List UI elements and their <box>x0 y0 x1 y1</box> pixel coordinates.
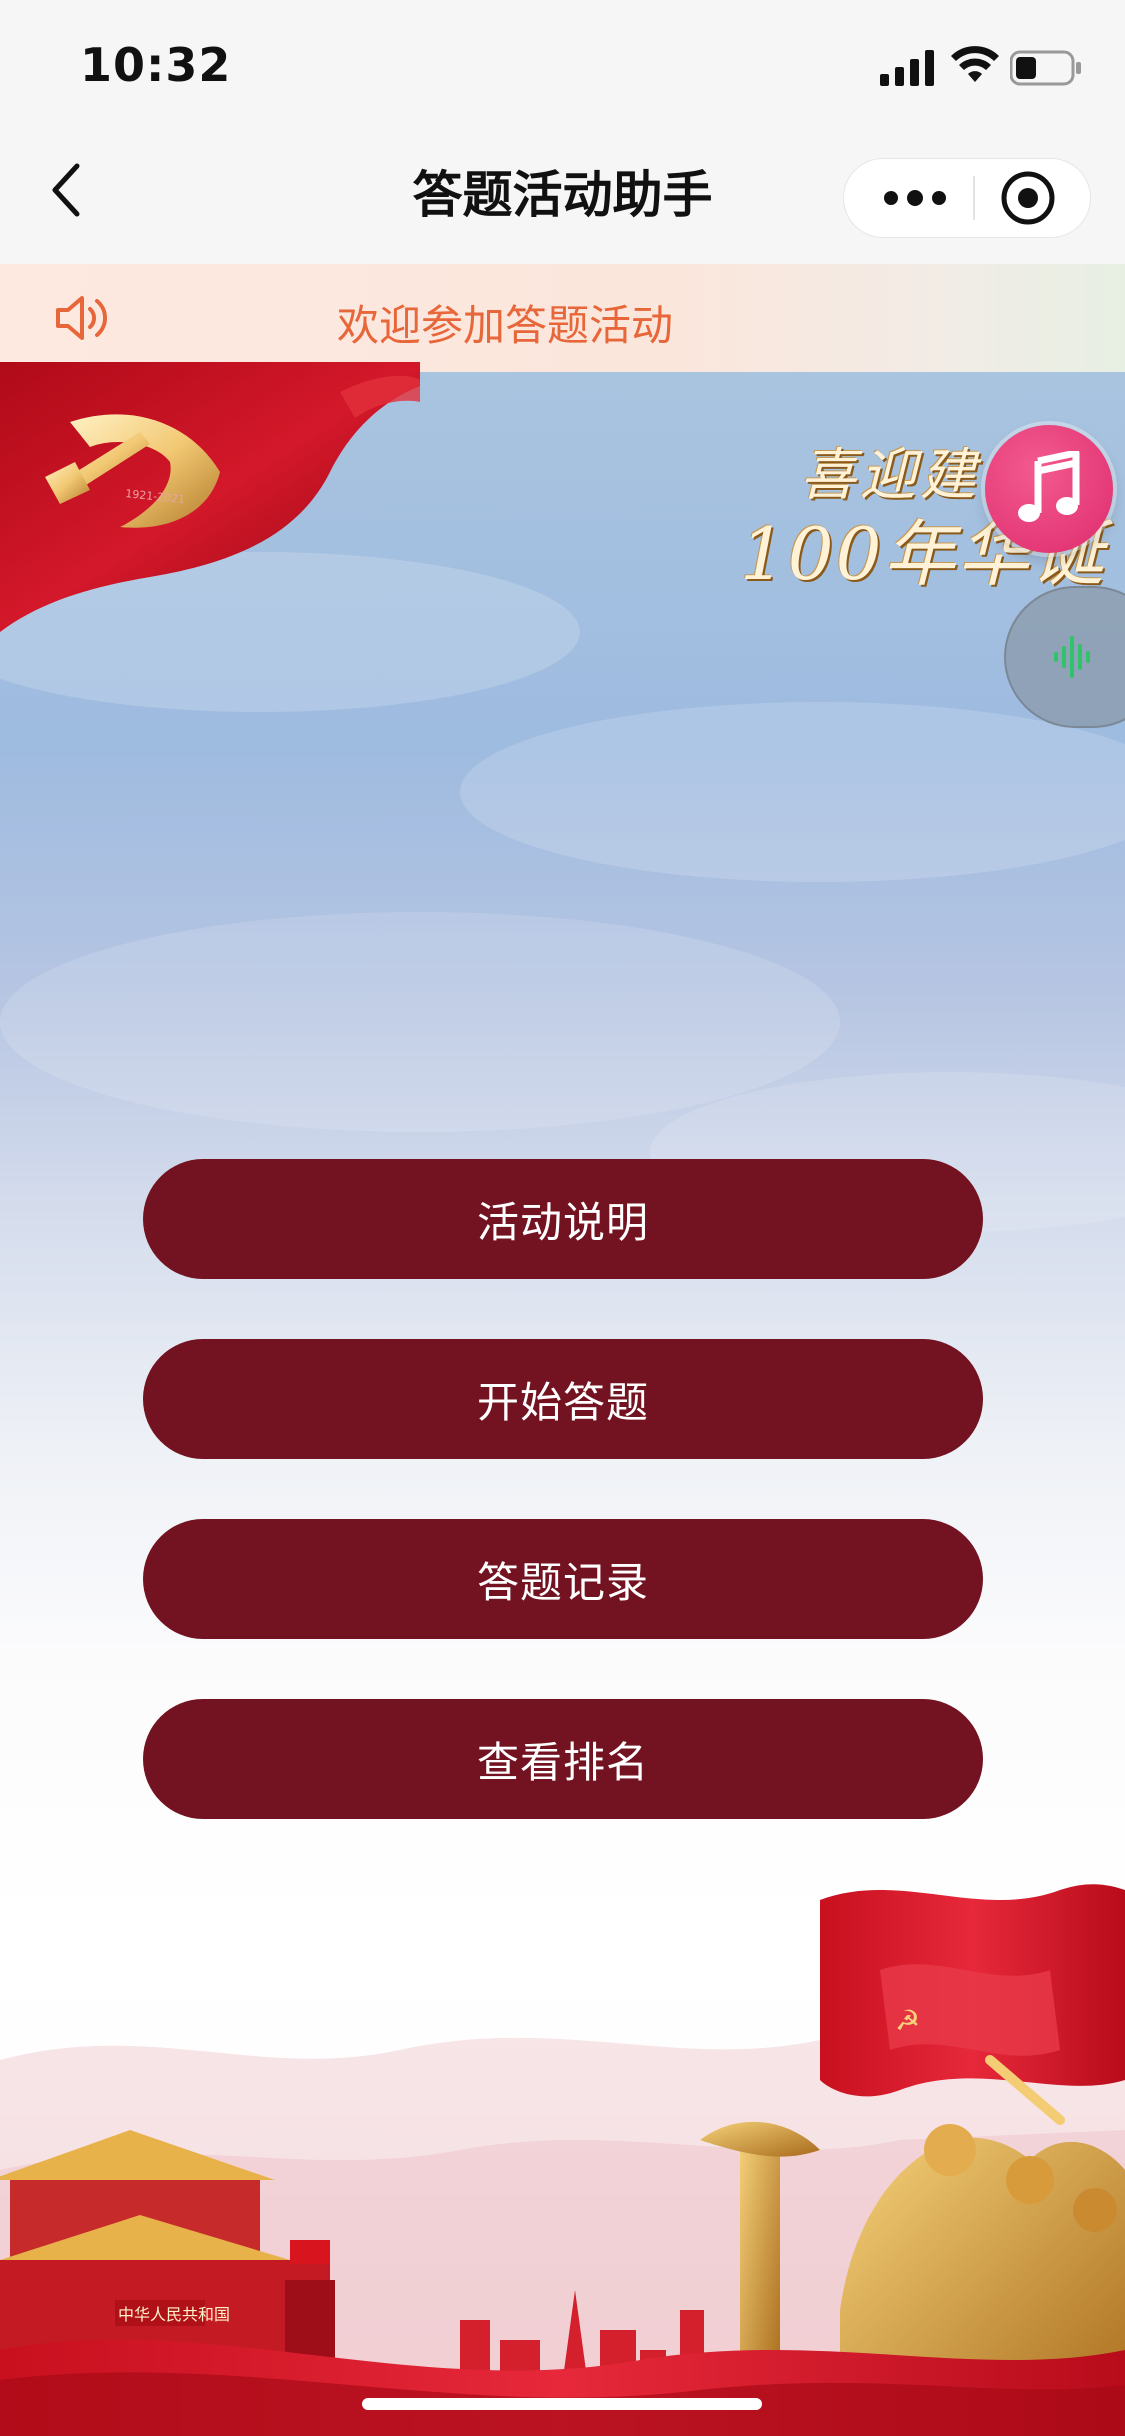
svg-text:中华人民共和国: 中华人民共和国 <box>118 2305 230 2324</box>
more-dots-icon <box>884 190 946 206</box>
wifi-icon <box>951 46 999 82</box>
notice-text: 欢迎参加答题活动 <box>336 301 673 350</box>
target-circle-icon <box>1001 171 1055 225</box>
start-quiz-button[interactable]: 开始答题 <box>143 1339 983 1459</box>
svg-text:☭: ☭ <box>895 2004 920 2037</box>
home-indicator[interactable] <box>362 2398 762 2410</box>
music-note-icon <box>1018 451 1080 522</box>
close-miniprogram-button[interactable] <box>978 160 1078 236</box>
status-time: 10:32 <box>80 38 232 92</box>
activity-info-button[interactable]: 活动说明 <box>143 1159 983 1279</box>
battery-icon <box>1010 50 1081 86</box>
bottom-scenery-decoration: 中华人民共和国 ☭ <box>0 1884 1125 2436</box>
view-ranking-button[interactable]: 查看排名 <box>143 1699 983 1819</box>
more-button[interactable] <box>860 160 970 236</box>
party-flag-decoration: 1921-2021 <box>0 362 420 632</box>
cellular-signal-icon <box>880 50 934 86</box>
capsule-divider <box>973 176 975 220</box>
music-toggle-button[interactable] <box>985 425 1113 553</box>
voice-wave-icon <box>1054 636 1090 678</box>
quiz-records-button[interactable]: 答题记录 <box>143 1519 983 1639</box>
